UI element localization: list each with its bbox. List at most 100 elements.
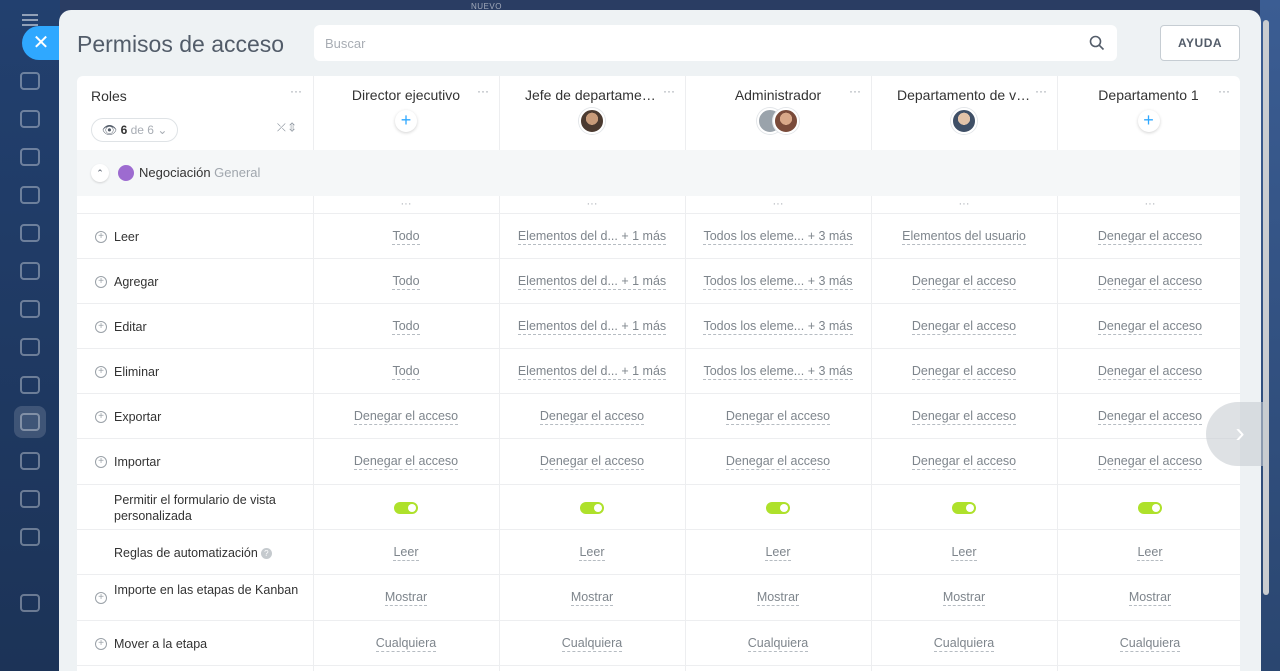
inbox-icon[interactable] xyxy=(20,262,40,280)
permission-value[interactable]: Denegar el acceso xyxy=(499,454,685,470)
add-member-button[interactable]: + xyxy=(1137,110,1160,132)
more-icon[interactable]: ··· xyxy=(499,196,685,212)
mail-icon[interactable] xyxy=(20,300,40,318)
tasks-icon[interactable] xyxy=(20,376,40,394)
scrollbar[interactable] xyxy=(1263,20,1269,595)
close-slider-button[interactable]: ✕ xyxy=(22,26,60,60)
column-more-icon[interactable]: ··· xyxy=(663,84,675,98)
roles-more-icon[interactable]: ··· xyxy=(290,84,302,98)
permission-value[interactable]: Denegar el acceso xyxy=(685,454,871,470)
permission-value[interactable]: Denegar el acceso xyxy=(1057,273,1240,290)
expand-row-icon[interactable]: + xyxy=(95,365,107,378)
feed-icon[interactable] xyxy=(20,72,40,90)
column-more-icon[interactable]: ··· xyxy=(477,84,489,98)
permission-value[interactable]: Denegar el acceso xyxy=(871,454,1057,470)
permission-value[interactable]: Mostrar xyxy=(685,590,871,606)
permission-value[interactable]: Cualquiera xyxy=(1057,635,1240,652)
add-member-button[interactable]: + xyxy=(395,110,417,132)
expand-row-icon[interactable]: + xyxy=(95,230,107,243)
more-icon[interactable]: ··· xyxy=(1057,196,1240,212)
permission-value[interactable]: Denegar el acceso xyxy=(1057,454,1240,470)
permission-value[interactable]: Mostrar xyxy=(871,590,1057,606)
sites-icon[interactable] xyxy=(20,452,40,470)
permission-value[interactable]: Denegar el acceso xyxy=(871,273,1057,290)
permission-value[interactable]: Todo xyxy=(313,363,499,380)
settings-icon[interactable] xyxy=(20,594,40,612)
avatar[interactable] xyxy=(773,108,799,134)
collapse-expand-icons[interactable]: ⤫ ⇕ xyxy=(277,122,295,135)
search-input[interactable]: Buscar xyxy=(314,25,1117,61)
permission-value[interactable]: Todo xyxy=(313,318,499,335)
scroll-right-button[interactable]: › xyxy=(1206,402,1266,466)
permission-value[interactable]: Elementos del d... + 1 más xyxy=(499,228,685,245)
permission-value[interactable]: Mostrar xyxy=(1057,590,1240,606)
permission-value[interactable]: Cualquiera xyxy=(685,635,871,652)
permission-value[interactable]: Leer xyxy=(499,544,685,561)
permission-value[interactable]: Leer xyxy=(313,544,499,561)
permission-value[interactable]: Elementos del d... + 1 más xyxy=(499,318,685,335)
permission-toggle[interactable] xyxy=(394,501,418,514)
permission-value[interactable]: Leer xyxy=(685,544,871,561)
permission-value[interactable]: Elementos del usuario xyxy=(871,228,1057,245)
permission-value[interactable]: Denegar el acceso xyxy=(871,363,1057,380)
marketing-icon[interactable] xyxy=(20,490,40,508)
expand-row-icon[interactable]: + xyxy=(95,456,107,468)
expand-row-icon[interactable]: + xyxy=(95,275,107,288)
help-button[interactable]: AYUDA xyxy=(1160,25,1240,61)
permission-value[interactable]: Todos los eleme... + 3 más xyxy=(685,273,871,290)
avatar[interactable] xyxy=(579,108,605,134)
permission-value[interactable]: Denegar el acceso xyxy=(499,408,685,425)
permission-value[interactable]: Todos los eleme... + 3 más xyxy=(685,318,871,335)
search-icon[interactable] xyxy=(1089,35,1105,51)
permission-value[interactable]: Todos los eleme... + 3 más xyxy=(685,363,871,380)
contacts-icon[interactable] xyxy=(20,338,40,356)
help-icon[interactable]: ? xyxy=(260,547,272,559)
row-label-text: Leer xyxy=(114,229,140,244)
permission-value[interactable]: Leer xyxy=(871,544,1057,561)
column-more-icon[interactable]: ··· xyxy=(1218,84,1230,98)
permission-value[interactable]: Cualquiera xyxy=(313,635,499,652)
permission-toggle[interactable] xyxy=(580,501,604,514)
permission-value[interactable]: Todos los eleme... + 3 más xyxy=(685,228,871,245)
permission-value[interactable]: Mostrar xyxy=(313,590,499,606)
documents-icon[interactable] xyxy=(20,148,40,166)
more-icon[interactable]: ··· xyxy=(685,196,871,212)
permission-value[interactable]: Denegar el acceso xyxy=(871,408,1057,425)
column-more-icon[interactable]: ··· xyxy=(849,84,861,98)
permission-value[interactable]: Elementos del d... + 1 más xyxy=(499,273,685,290)
permission-value[interactable]: Mostrar xyxy=(499,590,685,606)
permission-value[interactable]: Denegar el acceso xyxy=(1057,363,1240,380)
expand-row-icon[interactable]: + xyxy=(95,320,107,333)
permission-value[interactable]: Elementos del d... + 1 más xyxy=(499,363,685,380)
avatar[interactable] xyxy=(951,108,977,134)
shop-icon[interactable] xyxy=(20,528,40,546)
more-icon[interactable]: ··· xyxy=(313,196,499,212)
calendar-icon[interactable] xyxy=(20,186,40,204)
chat-icon[interactable] xyxy=(20,110,40,128)
expand-row-icon[interactable]: + xyxy=(95,637,107,650)
permission-toggle[interactable] xyxy=(952,501,976,514)
collapse-section-button[interactable]: ⌃ xyxy=(91,164,109,182)
permission-value[interactable]: Denegar el acceso xyxy=(1057,318,1240,335)
drive-icon[interactable] xyxy=(20,224,40,242)
crm-icon[interactable] xyxy=(20,413,40,431)
expand-row-icon[interactable]: + xyxy=(95,410,107,423)
permission-value[interactable]: Denegar el acceso xyxy=(685,408,871,425)
row-label: Importar xyxy=(114,454,304,470)
permission-value[interactable]: Leer xyxy=(1057,544,1240,561)
permission-value[interactable]: Denegar el acceso xyxy=(313,408,499,425)
permission-value[interactable]: Denegar el acceso xyxy=(1057,228,1240,245)
expand-row-icon[interactable]: + xyxy=(95,592,107,604)
permission-toggle[interactable] xyxy=(1138,501,1162,514)
permission-value[interactable]: Denegar el acceso xyxy=(871,318,1057,335)
permission-value[interactable]: Todo xyxy=(313,228,499,245)
permission-value[interactable]: Cualquiera xyxy=(499,635,685,652)
visible-roles-counter[interactable]: 👁 6 de 6 ⌄ xyxy=(91,118,179,142)
permission-toggle[interactable] xyxy=(766,501,790,514)
permission-value[interactable]: Cualquiera xyxy=(871,635,1057,652)
permission-value[interactable]: Todo xyxy=(313,273,499,290)
permission-value[interactable]: Denegar el acceso xyxy=(313,454,499,470)
column-more-icon[interactable]: ··· xyxy=(1035,84,1047,98)
menu-icon[interactable] xyxy=(22,14,38,16)
more-icon[interactable]: ··· xyxy=(871,196,1057,212)
